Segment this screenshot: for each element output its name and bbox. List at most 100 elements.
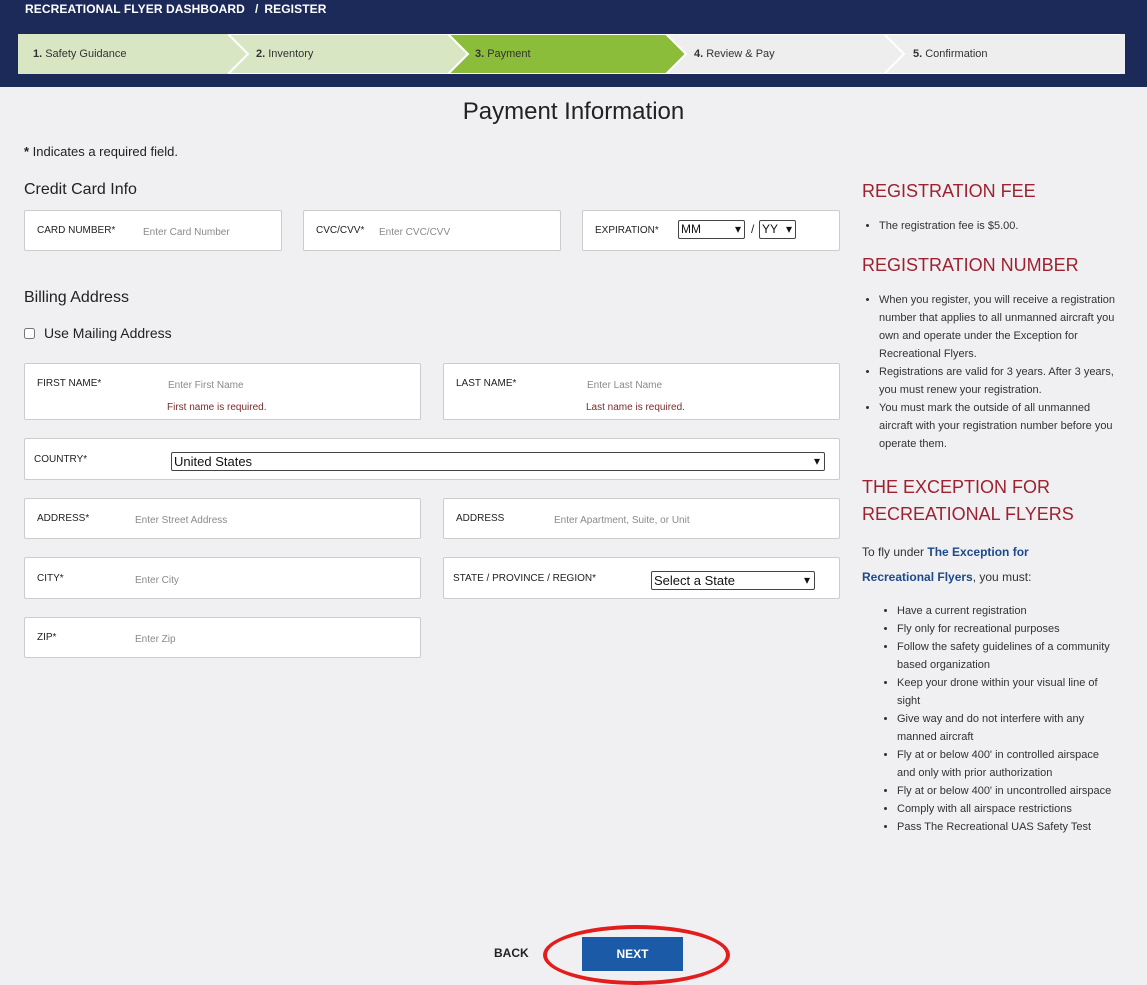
list-item: Registrations are valid for 3 years. Aft… bbox=[879, 363, 1115, 399]
cvc-label: CVC/CVV* bbox=[316, 225, 365, 236]
step-number: 5. bbox=[913, 48, 923, 60]
zip-input[interactable] bbox=[135, 631, 405, 647]
exception-intro-before: To fly under bbox=[862, 545, 928, 559]
state-label: STATE / PROVINCE / REGION* bbox=[453, 573, 596, 584]
step-inventory[interactable]: 2. Inventory bbox=[228, 34, 476, 74]
first-name-input[interactable] bbox=[168, 377, 408, 393]
step-label: Inventory bbox=[268, 48, 314, 60]
card-number-label: CARD NUMBER* bbox=[37, 225, 116, 236]
street-address-field: ADDRESS* bbox=[24, 498, 421, 539]
back-button[interactable]: BACK bbox=[494, 946, 529, 960]
registration-fee-list: The registration fee is $5.00. bbox=[879, 217, 1109, 235]
expiration-field: EXPIRATION* MM ▾ / YY ▾ bbox=[582, 210, 840, 251]
step-payment[interactable]: 3. Payment bbox=[448, 34, 696, 74]
expiration-slash: / bbox=[751, 222, 755, 236]
expiration-month-value: MM bbox=[681, 222, 701, 236]
step-safety-guidance[interactable]: 1. Safety Guidance bbox=[18, 34, 254, 74]
first-name-error: First name is required. bbox=[167, 402, 267, 413]
street-address-label: ADDRESS* bbox=[37, 513, 90, 524]
city-field: CITY* bbox=[24, 557, 421, 599]
required-field-note: * Indicates a required field. bbox=[24, 144, 178, 159]
chevron-down-icon: ▾ bbox=[813, 454, 820, 468]
exception-heading-line1: THE EXCEPTION FOR bbox=[862, 477, 1051, 497]
last-name-input[interactable] bbox=[587, 377, 827, 393]
use-mailing-address-checkbox[interactable] bbox=[24, 327, 35, 339]
breadcrumb-dashboard-link[interactable]: RECREATIONAL FLYER DASHBOARD bbox=[25, 2, 245, 16]
city-label: CITY* bbox=[37, 573, 64, 584]
cvc-input[interactable] bbox=[379, 224, 549, 240]
step-review-pay[interactable]: 4. Review & Pay bbox=[666, 34, 914, 74]
step-label: Review & Pay bbox=[706, 48, 775, 60]
first-name-label: FIRST NAME* bbox=[37, 378, 102, 389]
registration-number-heading: REGISTRATION NUMBER bbox=[862, 255, 1079, 275]
step-label: Confirmation bbox=[925, 48, 988, 60]
country-value: United States bbox=[174, 454, 253, 469]
top-navigation-bar: RECREATIONAL FLYER DASHBOARD / REGISTER 1.… bbox=[0, 0, 1147, 87]
state-value: Select a State bbox=[654, 573, 735, 588]
list-item: Give way and do not interfere with any m… bbox=[897, 710, 1112, 746]
chevron-down-icon: ▾ bbox=[803, 573, 810, 587]
use-mailing-address-label: Use Mailing Address bbox=[44, 325, 172, 341]
next-button[interactable]: NEXT bbox=[582, 937, 683, 971]
list-item: Comply with all airspace restrictions bbox=[897, 800, 1112, 818]
required-note-text: Indicates a required field. bbox=[29, 144, 178, 159]
list-item: Pass The Recreational UAS Safety Test bbox=[897, 818, 1112, 836]
zip-field: ZIP* bbox=[24, 617, 421, 658]
chevron-down-icon: ▾ bbox=[785, 222, 792, 236]
state-field: STATE / PROVINCE / REGION* Select a Stat… bbox=[443, 557, 840, 599]
registration-fee-heading: REGISTRATION FEE bbox=[862, 181, 1036, 201]
step-label: Payment bbox=[487, 48, 531, 60]
expiration-label: EXPIRATION* bbox=[595, 225, 659, 236]
page-title: Payment Information bbox=[462, 98, 685, 125]
expiration-year-select[interactable]: YY ▾ bbox=[759, 220, 796, 239]
last-name-field: LAST NAME* Last name is required. bbox=[443, 363, 840, 420]
expiration-year-value: YY bbox=[762, 222, 779, 236]
list-item: Have a current registration bbox=[897, 602, 1112, 620]
step-label: Safety Guidance bbox=[45, 48, 127, 60]
registration-number-list: When you register, you will receive a re… bbox=[879, 291, 1115, 453]
list-item: Fly only for recreational purposes bbox=[897, 620, 1112, 638]
exception-intro-after: , you must: bbox=[972, 570, 1032, 584]
breadcrumb: RECREATIONAL FLYER DASHBOARD / REGISTER bbox=[25, 2, 327, 16]
step-number: 2. bbox=[256, 48, 266, 60]
state-select[interactable]: Select a State ▾ bbox=[651, 571, 815, 590]
country-field: COUNTRY* United States ▾ bbox=[24, 438, 840, 480]
list-item: When you register, you will receive a re… bbox=[879, 291, 1115, 363]
city-input[interactable] bbox=[135, 572, 405, 588]
credit-card-heading: Credit Card Info bbox=[24, 181, 137, 198]
country-label: COUNTRY* bbox=[34, 454, 88, 465]
list-item: You must mark the outside of all unmanne… bbox=[879, 399, 1115, 453]
cvc-field: CVC/CVV* bbox=[303, 210, 561, 251]
exception-heading-line2: RECREATIONAL FLYERS bbox=[862, 504, 1074, 524]
card-number-field: CARD NUMBER* bbox=[24, 210, 282, 251]
list-item: Fly at or below 400' in uncontrolled air… bbox=[897, 782, 1112, 800]
use-mailing-address-row[interactable]: Use Mailing Address bbox=[24, 325, 172, 341]
country-select[interactable]: United States ▾ bbox=[171, 452, 825, 471]
first-name-field: FIRST NAME* First name is required. bbox=[24, 363, 421, 420]
card-number-input[interactable] bbox=[143, 224, 275, 240]
exception-rules-list: Have a current registration Fly only for… bbox=[897, 602, 1112, 836]
list-item: Fly at or below 400' in controlled airsp… bbox=[897, 746, 1112, 782]
chevron-down-icon: ▾ bbox=[734, 222, 741, 236]
step-number: 4. bbox=[694, 48, 704, 60]
progress-stepper: 1. Safety Guidance 2. Inventory 3. Payment … bbox=[18, 34, 1125, 74]
step-number: 1. bbox=[33, 48, 43, 60]
last-name-error: Last name is required. bbox=[586, 402, 685, 413]
zip-label: ZIP* bbox=[37, 632, 57, 643]
exception-heading: THE EXCEPTION FOR RECREATIONAL FLYERS bbox=[862, 474, 1074, 528]
exception-intro: To fly under The Exception for Recreatio… bbox=[862, 540, 1102, 590]
address-line2-field: ADDRESS bbox=[443, 498, 840, 539]
list-item: Keep your drone within your visual line … bbox=[897, 674, 1112, 710]
breadcrumb-separator: / bbox=[254, 2, 259, 16]
last-name-label: LAST NAME* bbox=[456, 378, 517, 389]
list-item: The registration fee is $5.00. bbox=[879, 217, 1109, 235]
list-item: Follow the safety guidelines of a commun… bbox=[897, 638, 1112, 674]
address-line2-label: ADDRESS bbox=[456, 513, 505, 524]
step-confirmation[interactable]: 5. Confirmation bbox=[884, 34, 1125, 74]
breadcrumb-current: REGISTER bbox=[264, 2, 327, 16]
expiration-month-select[interactable]: MM ▾ bbox=[678, 220, 745, 239]
address-line2-input[interactable] bbox=[554, 512, 824, 528]
step-number: 3. bbox=[475, 48, 485, 60]
billing-address-heading: Billing Address bbox=[24, 289, 129, 306]
street-address-input[interactable] bbox=[135, 512, 405, 528]
